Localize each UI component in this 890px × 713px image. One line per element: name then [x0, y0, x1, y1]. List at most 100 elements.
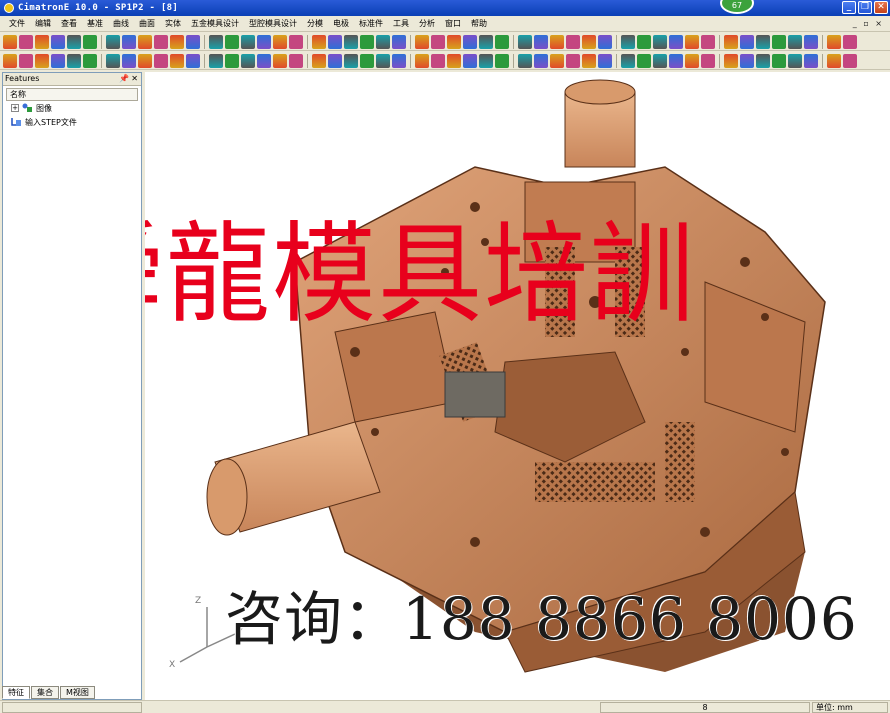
feature-tool-icon[interactable]: [122, 53, 136, 68]
feature-tool-icon[interactable]: [3, 53, 17, 68]
menu-parting[interactable]: 分模: [302, 18, 328, 29]
standard-tool-icon[interactable]: [495, 34, 509, 49]
menu-edit[interactable]: 编辑: [30, 18, 56, 29]
standard-tool-icon[interactable]: [701, 34, 715, 49]
standard-tool-icon[interactable]: [415, 34, 429, 49]
tab-mviews[interactable]: M视图: [60, 686, 95, 699]
tab-features[interactable]: 特征: [2, 686, 30, 699]
panel-close-icon[interactable]: ✕: [131, 73, 138, 85]
menu-view[interactable]: 查看: [56, 18, 82, 29]
menu-datum[interactable]: 基准: [82, 18, 108, 29]
standard-tool-icon[interactable]: [653, 34, 667, 49]
standard-tool-icon[interactable]: [225, 34, 239, 49]
standard-tool-icon[interactable]: [566, 34, 580, 49]
feature-tool-icon[interactable]: [479, 53, 493, 68]
feature-tool-icon[interactable]: [225, 53, 239, 68]
feature-tool-icon[interactable]: [669, 53, 683, 68]
feature-tool-icon[interactable]: [653, 53, 667, 68]
standard-tool-icon[interactable]: [344, 34, 358, 49]
maximize-button[interactable]: ❐: [858, 1, 872, 14]
standard-tool-icon[interactable]: [376, 34, 390, 49]
feature-tool-icon[interactable]: [106, 53, 120, 68]
menu-electrode[interactable]: 电极: [328, 18, 354, 29]
menu-file[interactable]: 文件: [4, 18, 30, 29]
tab-sets[interactable]: 集合: [31, 686, 59, 699]
feature-tool-icon[interactable]: [582, 53, 596, 68]
feature-tool-icon[interactable]: [138, 53, 152, 68]
standard-tool-icon[interactable]: [463, 34, 477, 49]
standard-tool-icon[interactable]: [257, 34, 271, 49]
feature-tool-icon[interactable]: [772, 53, 786, 68]
menu-curve[interactable]: 曲线: [108, 18, 134, 29]
feature-tool-icon[interactable]: [756, 53, 770, 68]
feature-tool-icon[interactable]: [154, 53, 168, 68]
feature-tool-icon[interactable]: [843, 53, 857, 68]
standard-tool-icon[interactable]: [804, 34, 818, 49]
feature-tool-icon[interactable]: [51, 53, 65, 68]
expand-icon[interactable]: +: [11, 104, 19, 112]
feature-tool-icon[interactable]: [740, 53, 754, 68]
standard-tool-icon[interactable]: [447, 34, 461, 49]
feature-tool-icon[interactable]: [463, 53, 477, 68]
standard-tool-icon[interactable]: [35, 34, 49, 49]
standard-tool-icon[interactable]: [534, 34, 548, 49]
feature-tool-icon[interactable]: [344, 53, 358, 68]
standard-tool-icon[interactable]: [550, 34, 564, 49]
standard-tool-icon[interactable]: [122, 34, 136, 49]
feature-tool-icon[interactable]: [431, 53, 445, 68]
graphics-viewport[interactable]: Z Y X 舜龍模具培訓 咨询：188 8866 8006: [145, 72, 890, 700]
feature-tool-icon[interactable]: [447, 53, 461, 68]
menu-window[interactable]: 窗口: [440, 18, 466, 29]
standard-tool-icon[interactable]: [51, 34, 65, 49]
close-button[interactable]: ✕: [874, 1, 888, 14]
feature-tool-icon[interactable]: [241, 53, 255, 68]
standard-tool-icon[interactable]: [328, 34, 342, 49]
standard-tool-icon[interactable]: [170, 34, 184, 49]
feature-tool-icon[interactable]: [518, 53, 532, 68]
feature-tool-icon[interactable]: [328, 53, 342, 68]
feature-tool-icon[interactable]: [685, 53, 699, 68]
feature-tool-icon[interactable]: [67, 53, 81, 68]
standard-tool-icon[interactable]: [209, 34, 223, 49]
menu-help[interactable]: 帮助: [466, 18, 492, 29]
standard-tool-icon[interactable]: [827, 34, 841, 49]
standard-tool-icon[interactable]: [360, 34, 374, 49]
feature-tool-icon[interactable]: [534, 53, 548, 68]
feature-tool-icon[interactable]: [788, 53, 802, 68]
standard-tool-icon[interactable]: [154, 34, 168, 49]
feature-tool-icon[interactable]: [360, 53, 374, 68]
standard-tool-icon[interactable]: [740, 34, 754, 49]
feature-tool-icon[interactable]: [273, 53, 287, 68]
menu-standard-parts[interactable]: 标准件: [354, 18, 388, 29]
minimize-button[interactable]: _: [842, 1, 856, 14]
standard-tool-icon[interactable]: [685, 34, 699, 49]
menu-die-design[interactable]: 五金模具设计: [186, 18, 244, 29]
standard-tool-icon[interactable]: [772, 34, 786, 49]
standard-tool-icon[interactable]: [289, 34, 303, 49]
feature-tool-icon[interactable]: [804, 53, 818, 68]
menu-tools[interactable]: 工具: [388, 18, 414, 29]
feature-tool-icon[interactable]: [415, 53, 429, 68]
standard-tool-icon[interactable]: [19, 34, 33, 49]
menu-mold-design[interactable]: 型腔模具设计: [244, 18, 302, 29]
standard-tool-icon[interactable]: [431, 34, 445, 49]
name-column-header[interactable]: 名称: [6, 88, 138, 101]
standard-tool-icon[interactable]: [479, 34, 493, 49]
standard-tool-icon[interactable]: [106, 34, 120, 49]
standard-tool-icon[interactable]: [138, 34, 152, 49]
standard-tool-icon[interactable]: [273, 34, 287, 49]
standard-tool-icon[interactable]: [669, 34, 683, 49]
menu-analysis[interactable]: 分析: [414, 18, 440, 29]
feature-tool-icon[interactable]: [495, 53, 509, 68]
feature-tool-icon[interactable]: [550, 53, 564, 68]
notification-badge[interactable]: 67: [720, 0, 754, 14]
standard-tool-icon[interactable]: [392, 34, 406, 49]
menu-surface[interactable]: 曲面: [134, 18, 160, 29]
standard-tool-icon[interactable]: [518, 34, 532, 49]
tree-item-import-step[interactable]: 输入STEP文件: [3, 115, 141, 129]
standard-tool-icon[interactable]: [67, 34, 81, 49]
feature-tool-icon[interactable]: [170, 53, 184, 68]
standard-tool-icon[interactable]: [621, 34, 635, 49]
pin-icon[interactable]: 📌: [119, 73, 129, 85]
standard-tool-icon[interactable]: [724, 34, 738, 49]
